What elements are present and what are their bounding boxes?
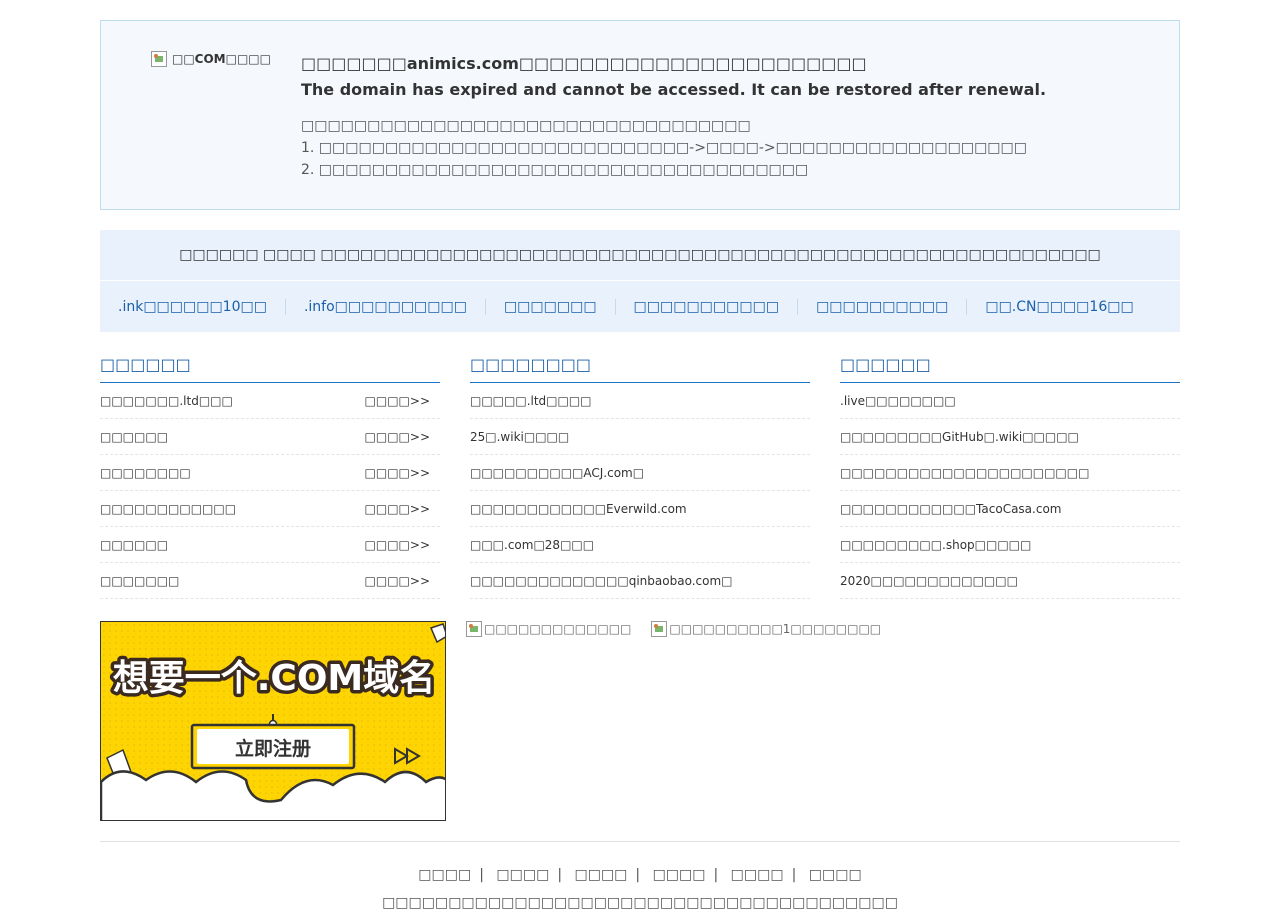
- footer-separator: |: [635, 867, 641, 883]
- footer-divider: [100, 841, 1180, 842]
- promo-band: □□□□□□ □□□□ □□□□□□□□□□□□□□□□□□□□□□□□□□□□…: [100, 230, 1180, 332]
- more-link[interactable]: □□□□>>: [365, 574, 440, 588]
- broken-image-icon: [151, 51, 167, 67]
- column-title: □□□□□□: [840, 350, 1180, 383]
- list-item[interactable]: □□□□□□□□□□ACJ.com□: [470, 455, 810, 491]
- footer-separator: |: [479, 867, 484, 883]
- logo: □□COM□□□□: [151, 51, 271, 67]
- list-item[interactable]: □□□□□□□ □□□□>>: [100, 563, 440, 599]
- promo-links: .ink□□□□□□10□□ .info□□□□□□□□□□ □□□□□□□ □…: [100, 282, 1180, 332]
- promo-link-5[interactable]: □□□□□□□□□□: [798, 299, 968, 315]
- list-item[interactable]: □□□.com□28□□□: [470, 527, 810, 563]
- notice-instructions: □□□□□□□□□□□□□□□□□□□□□□□□□□□□□□□□□□ 1. □□…: [301, 115, 1027, 181]
- banner-image-1[interactable]: □□□□□□□□□□□□□: [466, 621, 631, 637]
- notice-title-en: The domain has expired and cannot be acc…: [301, 80, 1047, 99]
- banner-image-2[interactable]: □□□□□□□□□□1□□□□□□□□: [651, 621, 881, 637]
- promo-link-ink[interactable]: .ink□□□□□□10□□: [100, 299, 286, 315]
- list-item[interactable]: □□□□□□□□□□□□□□□□□□□□□□: [840, 455, 1180, 491]
- footer-link[interactable]: □□□□: [566, 867, 635, 883]
- promo-link-info[interactable]: .info□□□□□□□□□□: [286, 299, 486, 315]
- footer-separator: |: [713, 867, 719, 883]
- broken-image-icon: [466, 621, 482, 637]
- footer-links: □□□□ | □□□□ | □□□□ | □□□□ | □□□□ | □□□□: [0, 867, 1280, 883]
- column-right: □□□□□□ .live□□□□□□□□ □□□□□□□□□GitHub□.wi…: [840, 350, 1180, 599]
- column-title: □□□□□□: [100, 350, 440, 383]
- column-title: □□□□□□□□: [470, 350, 810, 383]
- promo-text: □□□□□□ □□□□ □□□□□□□□□□□□□□□□□□□□□□□□□□□□…: [100, 230, 1180, 281]
- footer-separator: |: [557, 867, 563, 883]
- broken-image-icon: [651, 621, 668, 637]
- list-item[interactable]: .live□□□□□□□□: [840, 383, 1180, 419]
- list-item[interactable]: □□□□□□□□□□□□Everwild.com: [470, 491, 810, 527]
- footer-link[interactable]: □□□□: [723, 867, 792, 883]
- notice-line: 1. □□□□□□□□□□□□□□□□□□□□□□□□□□□□->□□□□->□…: [301, 140, 1027, 156]
- more-link[interactable]: □□□□>>: [365, 466, 440, 480]
- more-link[interactable]: □□□□>>: [365, 538, 440, 552]
- notice-title: □□□□□□□animics.com□□□□□□□□□□□□□□□□□□□□□□…: [301, 54, 867, 73]
- page: □□COM□□□□ □□□□□□□animics.com□□□□□□□□□□□□…: [0, 0, 1280, 918]
- footer-link[interactable]: □□□□: [645, 867, 714, 883]
- list-item[interactable]: 25□.wiki□□□□: [470, 419, 810, 455]
- com-domain-banner[interactable]: 想要一个.COM域名 想要一个.COM域名 立即注册: [100, 621, 446, 821]
- list-item[interactable]: □□□□□□□□□GitHub□.wiki□□□□□: [840, 419, 1180, 455]
- more-link[interactable]: □□□□>>: [365, 502, 440, 516]
- notice-line: □□□□□□□□□□□□□□□□□□□□□□□□□□□□□□□□□□: [301, 118, 751, 134]
- expired-notice-box: □□COM□□□□ □□□□□□□animics.com□□□□□□□□□□□□…: [100, 20, 1180, 210]
- list-item[interactable]: □□□□□.ltd□□□□: [470, 383, 810, 419]
- list-item[interactable]: 2020□□□□□□□□□□□□□: [840, 563, 1180, 599]
- register-now-button[interactable]: 立即注册: [235, 737, 311, 760]
- footer-link[interactable]: □□□□: [488, 867, 557, 883]
- footer-copyright: □□□□□□□□□□□□□□□□□□□□□□□□□□□□□□□□□□□□□□□: [382, 895, 898, 911]
- column-left: □□□□□□ □□□□□□□.ltd□□□ □□□□>> □□□□□□ □□□□>>…: [100, 350, 440, 599]
- promo-link-cn[interactable]: □□.CN□□□□16□□: [967, 299, 1151, 315]
- list-item[interactable]: □□□□□□□□ □□□□>>: [100, 455, 440, 491]
- list-item[interactable]: □□□□□□□□□□□□□□qinbaobao.com□: [470, 563, 810, 599]
- list-item[interactable]: □□□□□□□□□.shop□□□□□: [840, 527, 1180, 563]
- list-item[interactable]: □□□□□□□□□□□□TacoCasa.com: [840, 491, 1180, 527]
- more-link[interactable]: □□□□>>: [365, 394, 440, 408]
- footer-link[interactable]: □□□□: [801, 867, 870, 883]
- logo-alt-text: □□COM□□□□: [172, 52, 271, 66]
- footer-separator: |: [791, 867, 797, 883]
- banner-artwork: 想要一个.COM域名 想要一个.COM域名 立即注册: [101, 622, 445, 820]
- list-item[interactable]: □□□□□□□□□□□□ □□□□>>: [100, 491, 440, 527]
- promo-link-3[interactable]: □□□□□□□: [486, 299, 616, 315]
- footer-link[interactable]: □□□□: [410, 867, 479, 883]
- list-item[interactable]: □□□□□□ □□□□>>: [100, 419, 440, 455]
- promo-link-4[interactable]: □□□□□□□□□□□: [616, 299, 799, 315]
- notice-line: 2. □□□□□□□□□□□□□□□□□□□□□□□□□□□□□□□□□□□□□: [301, 162, 809, 178]
- list-item[interactable]: □□□□□□□.ltd□□□ □□□□>>: [100, 383, 440, 419]
- banner-headline: 想要一个.COM域名: [113, 658, 436, 699]
- column-middle: □□□□□□□□ □□□□□.ltd□□□□ 25□.wiki□□□□ □□□□…: [470, 350, 810, 599]
- list-item[interactable]: □□□□□□ □□□□>>: [100, 527, 440, 563]
- more-link[interactable]: □□□□>>: [365, 430, 440, 444]
- broken-banner-images: □□□□□□□□□□□□□ □□□□□□□□□□1□□□□□□□□: [466, 621, 901, 637]
